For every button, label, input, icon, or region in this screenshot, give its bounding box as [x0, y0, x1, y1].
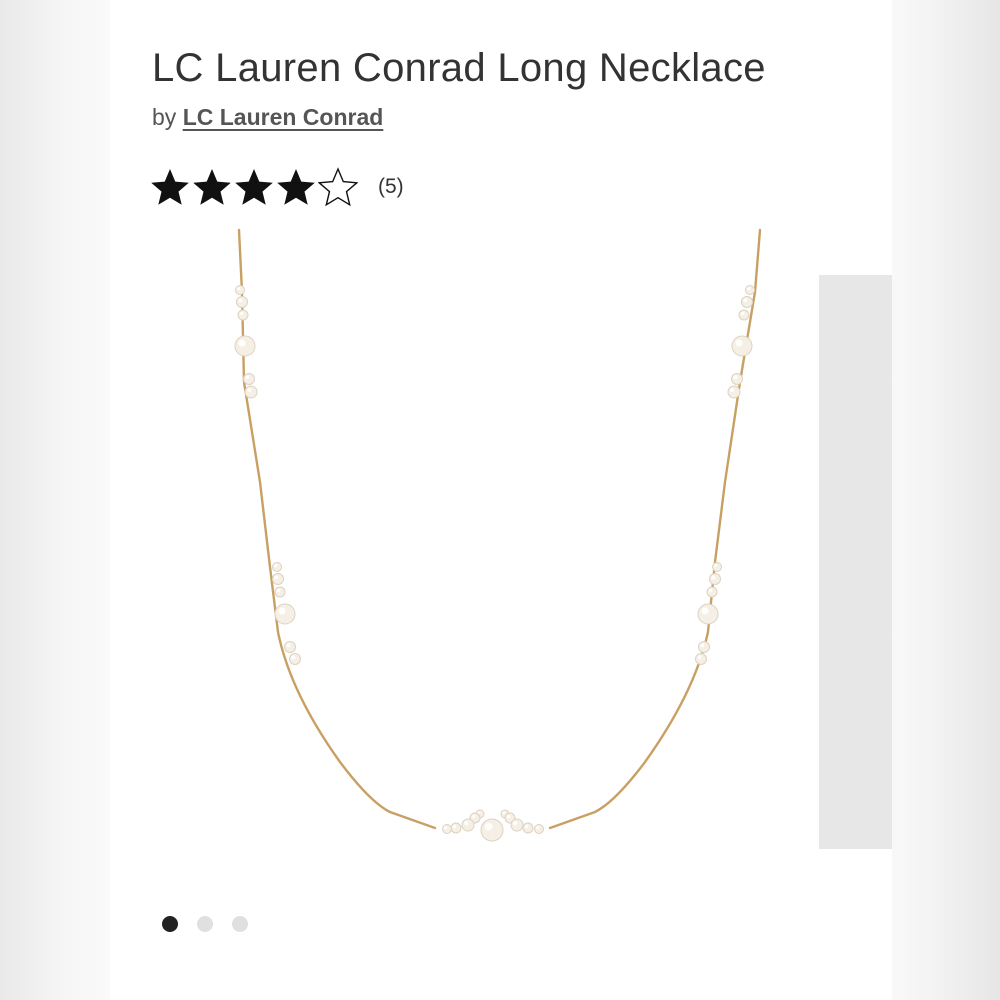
- pearl: [234, 335, 256, 357]
- byline-prefix: by: [152, 104, 177, 130]
- star-outline-icon: [318, 167, 358, 207]
- carousel-dots: [162, 916, 248, 932]
- stars: [150, 167, 360, 207]
- pearl-highlight: [733, 375, 738, 380]
- pearl: [534, 824, 544, 834]
- pearl: [442, 824, 452, 834]
- pearl-highlight: [506, 814, 511, 819]
- pearl-highlight: [714, 564, 718, 568]
- pearl-highlight: [286, 643, 291, 648]
- pearl-highlight: [524, 824, 529, 829]
- pearl-highlight: [238, 298, 243, 303]
- pearl: [745, 285, 755, 295]
- pearl: [741, 296, 753, 308]
- pearl: [510, 818, 524, 832]
- pearl-highlight: [444, 826, 448, 830]
- pearl: [244, 385, 258, 399]
- pearl-highlight: [747, 287, 751, 291]
- pearl: [738, 309, 750, 321]
- carousel-dot[interactable]: [232, 916, 248, 932]
- pearl-highlight: [711, 575, 716, 580]
- pearl-highlight: [700, 643, 705, 648]
- pearl-highlight: [740, 311, 745, 316]
- next-image-preview[interactable]: [819, 275, 892, 849]
- background-left: [0, 0, 110, 1000]
- pearl: [706, 586, 718, 598]
- pearl: [461, 818, 475, 832]
- product-title: LC Lauren Conrad Long Necklace: [152, 46, 766, 90]
- pearl: [274, 603, 296, 625]
- rating[interactable]: (5): [150, 165, 404, 209]
- carousel-dot[interactable]: [197, 916, 213, 932]
- pearl: [272, 562, 282, 572]
- pearl: [709, 573, 721, 585]
- pearl: [727, 385, 741, 399]
- pearl-highlight: [237, 287, 241, 291]
- background-right: [890, 0, 1000, 1000]
- star-filled-icon: [193, 169, 231, 205]
- pearl-highlight: [291, 655, 296, 660]
- pearl: [712, 562, 722, 572]
- pearl: [731, 373, 743, 385]
- pearl-highlight: [245, 375, 250, 380]
- review-count[interactable]: (5): [378, 175, 404, 199]
- byline: by LC Lauren Conrad: [152, 104, 383, 131]
- product-card: LC Lauren Conrad Long Necklace by LC Lau…: [110, 0, 892, 1000]
- pearl: [522, 822, 534, 834]
- chain-left: [237, 228, 437, 830]
- pearl: [698, 641, 710, 653]
- pearl: [236, 296, 248, 308]
- pearl: [697, 603, 719, 625]
- pearl-highlight: [708, 588, 713, 593]
- pearls: [234, 285, 755, 842]
- star-filled-icon: [235, 169, 273, 205]
- product-image[interactable]: [220, 222, 780, 862]
- pearl-highlight: [274, 564, 278, 568]
- pearl-highlight: [502, 811, 506, 815]
- pearl-highlight: [238, 339, 246, 347]
- pearl-highlight: [536, 826, 540, 830]
- pearl: [237, 309, 249, 321]
- star-filled-icon: [277, 169, 315, 205]
- pearl-highlight: [743, 298, 748, 303]
- chain-right: [548, 228, 762, 830]
- pearl-highlight: [239, 311, 244, 316]
- pearl: [284, 641, 296, 653]
- pearl-highlight: [274, 575, 279, 580]
- pearl-highlight: [247, 388, 252, 393]
- carousel-dot[interactable]: [162, 916, 178, 932]
- pearl: [235, 285, 245, 295]
- pearl-highlight: [276, 588, 281, 593]
- pearl-highlight: [513, 821, 518, 826]
- pearl-highlight: [452, 824, 457, 829]
- star-filled-icon: [151, 169, 189, 205]
- pearl-highlight: [701, 607, 709, 615]
- pearl: [274, 586, 286, 598]
- pearl-highlight: [484, 822, 493, 831]
- pearl-highlight: [464, 821, 469, 826]
- brand-link[interactable]: LC Lauren Conrad: [183, 104, 384, 130]
- pearl-highlight: [730, 388, 735, 393]
- pearl: [731, 335, 753, 357]
- pearl: [272, 573, 284, 585]
- pearl: [480, 818, 504, 842]
- necklace-chain: [237, 228, 762, 830]
- pearl-highlight: [735, 339, 743, 347]
- pearl-highlight: [278, 607, 286, 615]
- pearl-highlight: [697, 655, 702, 660]
- pearl: [289, 653, 301, 665]
- pearl: [695, 653, 707, 665]
- pearl-highlight: [471, 814, 476, 819]
- pearl: [450, 822, 462, 834]
- pearl: [243, 373, 255, 385]
